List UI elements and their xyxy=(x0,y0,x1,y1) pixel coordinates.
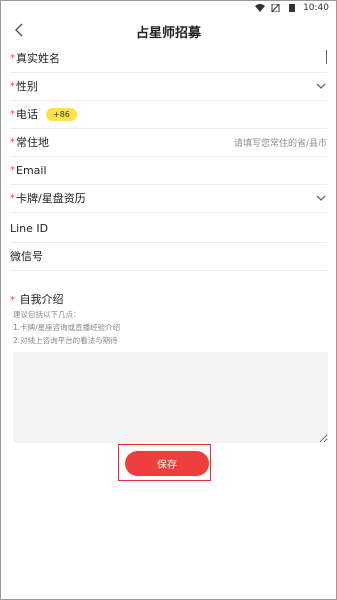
email-field[interactable]: * Email xyxy=(10,156,327,185)
status-time: 10:40 xyxy=(303,3,329,13)
intro-label: 自我介绍 xyxy=(19,293,64,306)
intro-hint-title: 建议包括以下几点： xyxy=(13,310,81,319)
chevron-left-icon xyxy=(15,23,23,37)
gender-select[interactable]: * 性别 xyxy=(10,72,327,101)
required-mark: * xyxy=(10,164,15,176)
intro-hint-1: 1.卡牌/星座咨询或直播经验介绍 xyxy=(13,323,121,332)
line-id-field[interactable]: Line ID xyxy=(10,214,327,243)
intro-textarea[interactable] xyxy=(13,352,328,443)
wechat-field[interactable]: 微信号 xyxy=(10,242,327,271)
battery-icon xyxy=(289,4,296,12)
line-id-label: Line ID xyxy=(10,221,49,235)
required-mark: * xyxy=(10,52,15,64)
required-mark: * xyxy=(10,80,15,92)
intro-hints: 建议包括以下几点： 1.卡牌/星座咨询或直播经验介绍 2.对线上咨询平台的看法与… xyxy=(13,308,120,347)
name-field[interactable]: * 真实姓名 xyxy=(10,44,327,73)
chevron-down-icon xyxy=(316,83,326,89)
wifi-icon xyxy=(255,4,266,12)
intro-label-group: * 自我介绍 xyxy=(10,291,64,307)
back-button[interactable] xyxy=(10,21,28,39)
phone-field[interactable]: * 电话 +86 xyxy=(10,100,327,129)
required-mark: * xyxy=(10,108,15,120)
email-label: Email xyxy=(16,163,47,177)
no-sim-icon xyxy=(271,4,280,12)
chevron-down-icon xyxy=(316,195,326,201)
save-button[interactable]: 保存 xyxy=(125,451,209,476)
text-cursor xyxy=(326,50,327,64)
residence-field[interactable]: * 常住地 请填写您常住的省/县市 xyxy=(10,128,327,157)
experience-select[interactable]: * 卡牌/星盘资历 xyxy=(10,184,327,213)
phone-label: 电话 xyxy=(16,108,38,121)
wechat-label: 微信号 xyxy=(10,250,43,263)
status-bar: 10:40 xyxy=(0,0,337,16)
gender-label: 性别 xyxy=(16,80,38,93)
residence-placeholder: 请填写您常住的省/县市 xyxy=(233,138,327,149)
experience-label: 卡牌/星盘资历 xyxy=(16,192,86,205)
header: 占星师招募 xyxy=(0,16,337,46)
page-title: 占星师招募 xyxy=(135,25,201,41)
required-mark: * xyxy=(10,192,15,204)
name-label: 真实姓名 xyxy=(16,52,60,65)
required-mark: * xyxy=(10,136,15,148)
intro-hint-2: 2.对线上咨询平台的看法与期待 xyxy=(13,336,118,345)
country-code-badge[interactable]: +86 xyxy=(46,107,77,121)
required-mark: * xyxy=(10,295,15,306)
residence-label: 常住地 xyxy=(16,136,49,149)
